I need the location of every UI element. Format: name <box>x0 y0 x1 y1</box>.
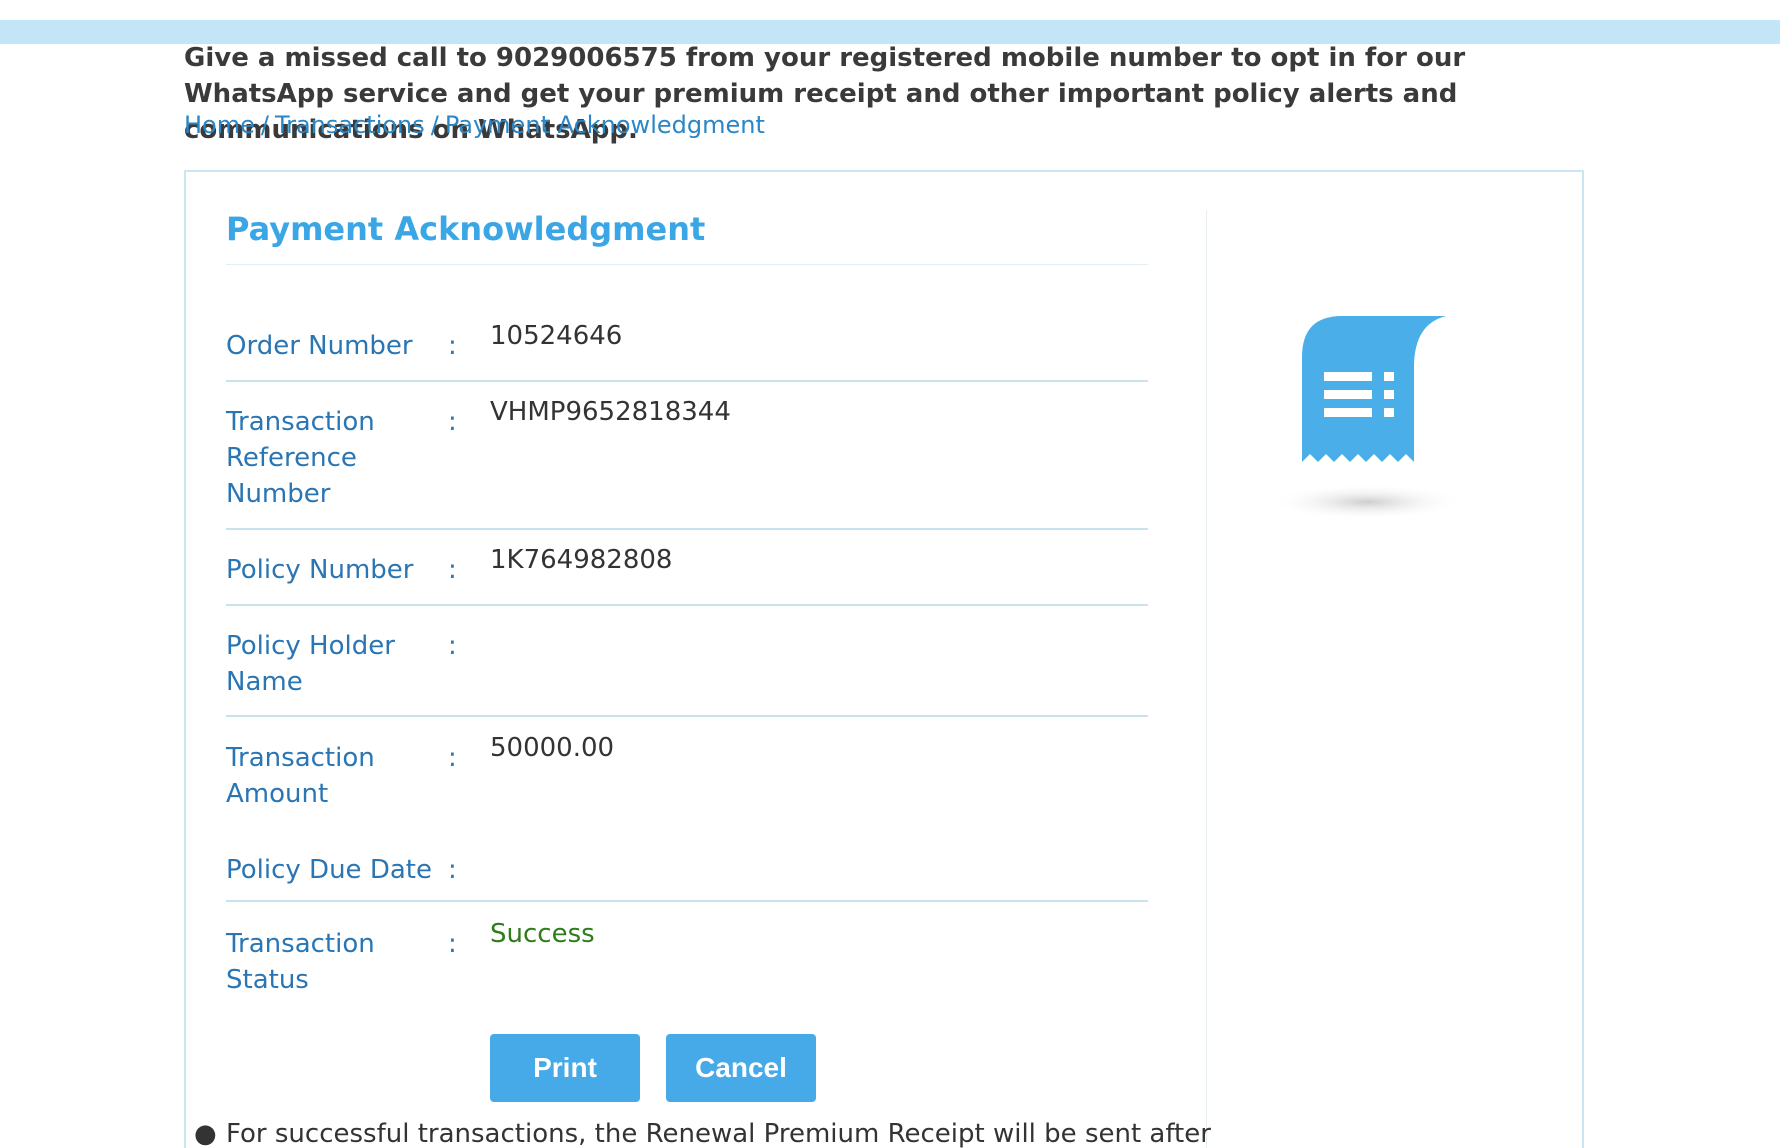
field-label: Transaction Status <box>226 929 375 995</box>
row-divider <box>226 528 1148 530</box>
row-divider <box>226 604 1148 606</box>
field-colon: : <box>448 555 457 585</box>
field-value: 1K764982808 <box>490 545 673 575</box>
receipt-note: ● For successful transactions, the Renewa… <box>194 1116 1211 1148</box>
field-label: Transaction Amount <box>226 743 375 809</box>
title-divider <box>226 264 1148 265</box>
field-label: Policy Holder Name <box>226 631 395 697</box>
status-success-value: Success <box>490 919 595 949</box>
receipt-note-text: For successful transactions, the Renewal… <box>226 1119 1211 1148</box>
breadcrumb-separator: / <box>260 111 269 139</box>
field-colon: : <box>448 855 457 885</box>
breadcrumb-current[interactable]: Payment Acknowledgment <box>445 111 765 139</box>
vertical-divider <box>1206 210 1207 1148</box>
row-divider <box>226 715 1148 717</box>
field-colon: : <box>448 331 457 361</box>
field-label: Policy Due Date <box>226 855 432 885</box>
receipt-paper <box>1302 316 1446 462</box>
receipt-shadow <box>1269 484 1465 520</box>
receipt-line <box>1324 372 1372 381</box>
field-label: Policy Number <box>226 555 414 585</box>
field-colon: : <box>448 929 457 959</box>
receipt-line <box>1324 390 1372 399</box>
row-divider <box>226 380 1148 382</box>
field-label: Order Number <box>226 331 413 361</box>
receipt-dot <box>1384 408 1394 417</box>
row-divider <box>226 900 1148 902</box>
receipt-dot <box>1384 390 1394 399</box>
receipt-line <box>1324 408 1372 417</box>
breadcrumb-home[interactable]: Home <box>184 111 255 139</box>
field-colon: : <box>448 631 457 661</box>
field-value: VHMP9652818344 <box>490 397 731 427</box>
receipt-icon <box>1269 316 1465 520</box>
field-colon: : <box>448 407 457 437</box>
page-title: Payment Acknowledgment <box>226 210 706 248</box>
cancel-button[interactable]: Cancel <box>666 1034 816 1102</box>
field-label: Transaction Reference Number <box>226 407 375 509</box>
receipt-dot <box>1384 372 1394 381</box>
breadcrumb-separator: / <box>430 111 439 139</box>
breadcrumb-transactions[interactable]: Transactions <box>275 111 425 139</box>
breadcrumb: Home / Transactions / Payment Acknowledgment <box>184 108 765 142</box>
print-button[interactable]: Print <box>490 1034 640 1102</box>
field-colon: : <box>448 743 457 773</box>
field-value: 10524646 <box>490 321 623 351</box>
bullet-icon: ● <box>194 1119 217 1148</box>
field-value: 50000.00 <box>490 733 615 763</box>
